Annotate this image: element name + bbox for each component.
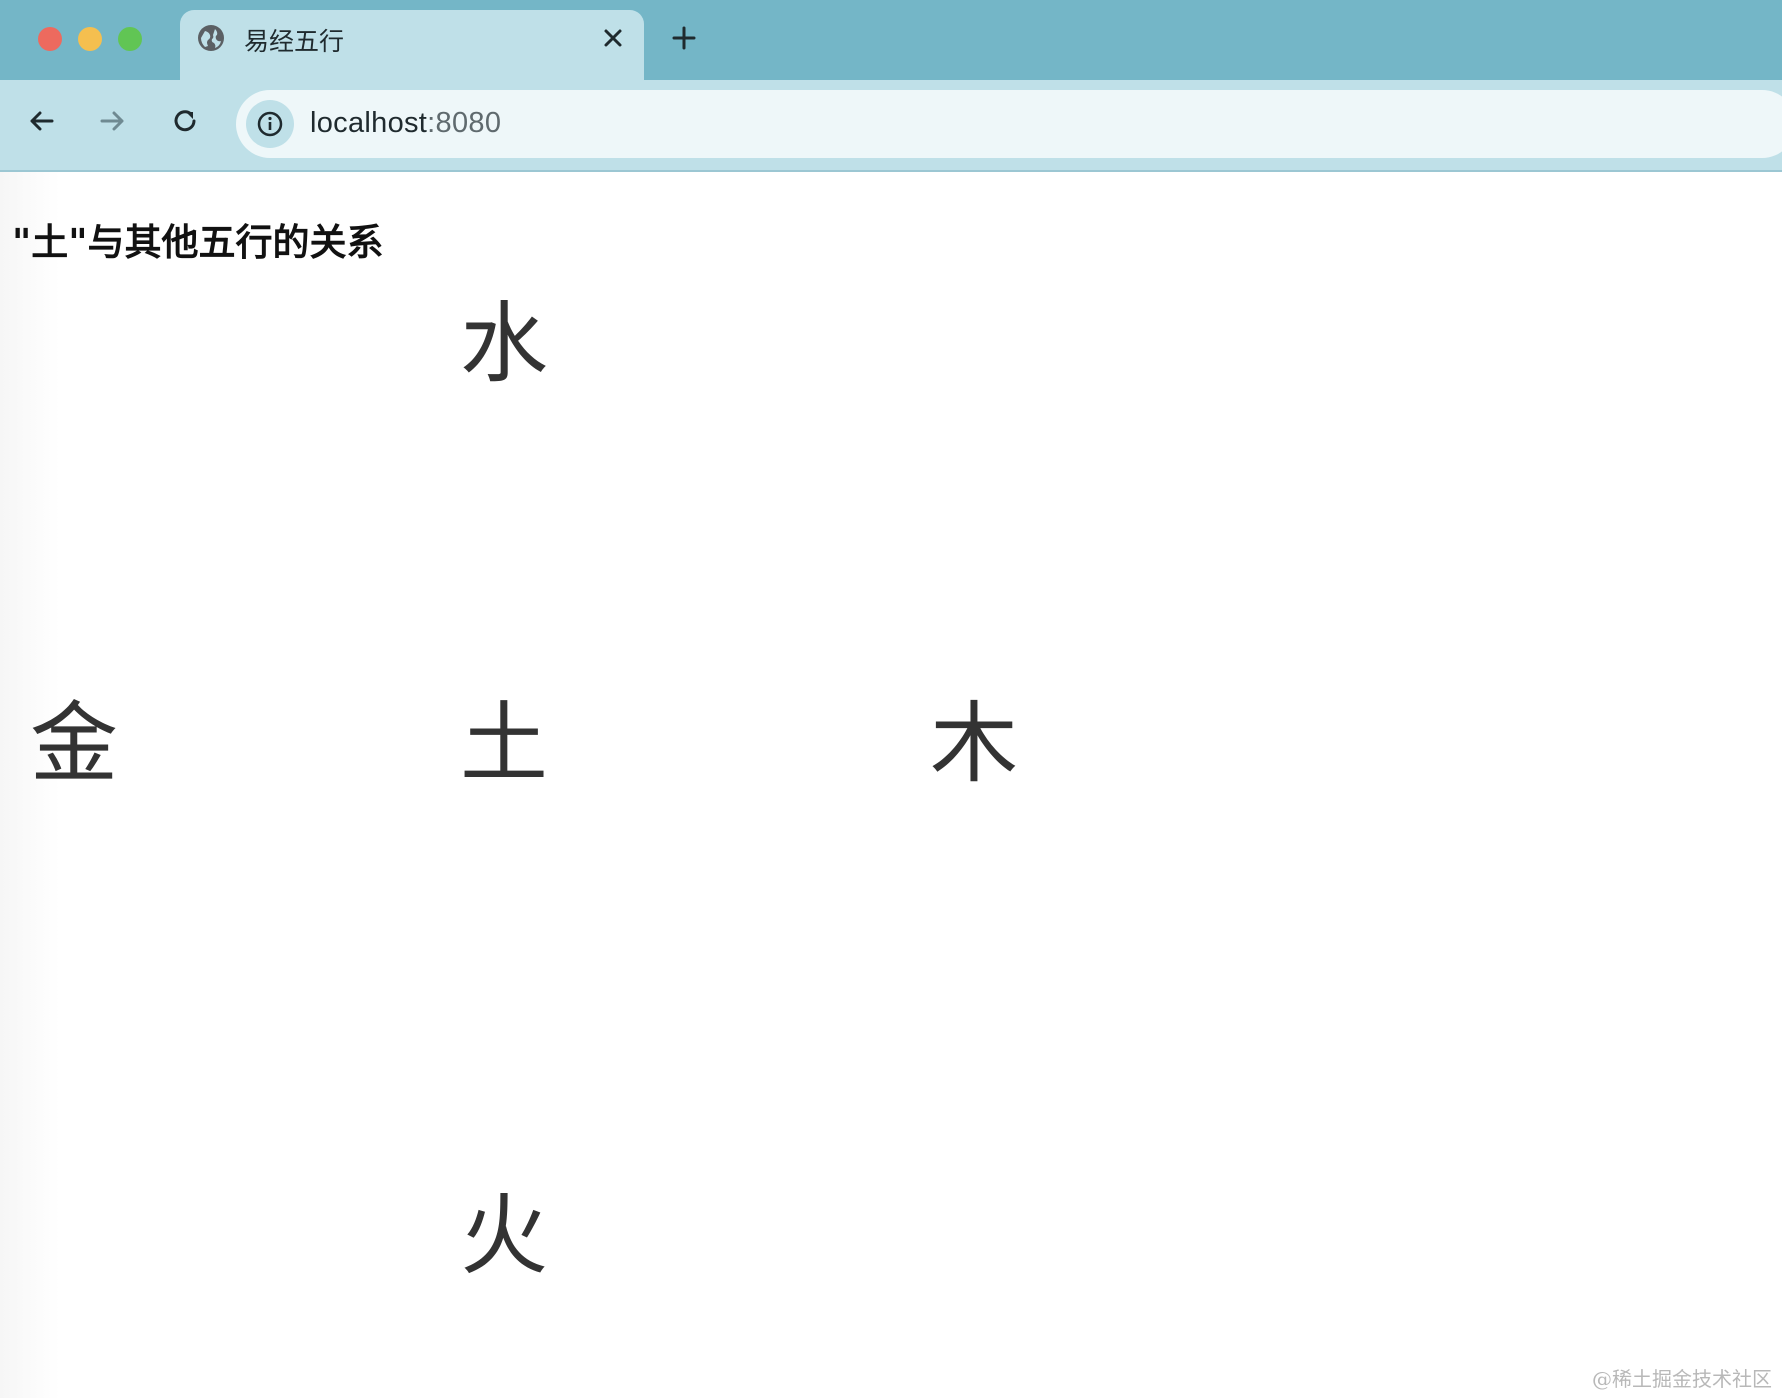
page-title: "土"与其他五行的关系 — [12, 221, 384, 264]
tab-title: 易经五行 — [244, 27, 345, 56]
element-wood: 木 — [930, 692, 1019, 795]
watermark: @稀土掘金技术社区 — [1592, 1367, 1772, 1391]
browser-titlebar: 易经五行 — [0, 0, 1782, 80]
element-fire: 火 — [460, 1184, 549, 1287]
browser-tab[interactable]: 易经五行 — [180, 10, 644, 80]
close-icon[interactable] — [598, 23, 628, 53]
back-arrow-icon[interactable] — [24, 104, 58, 138]
site-info-button[interactable] — [246, 100, 294, 148]
url-text: localhost:8080 — [310, 107, 501, 140]
element-water: 水 — [460, 292, 549, 395]
new-tab-button[interactable] — [668, 22, 700, 54]
forward-arrow-icon[interactable] — [96, 104, 130, 138]
window-minimize-button[interactable] — [78, 27, 102, 51]
window-close-button[interactable] — [38, 27, 62, 51]
element-metal: 金 — [30, 692, 119, 795]
url-host: localhost — [310, 107, 428, 139]
address-bar[interactable]: localhost:8080 — [236, 90, 1782, 158]
info-icon — [257, 111, 283, 137]
browser-toolbar: localhost:8080 — [0, 80, 1782, 172]
reload-icon[interactable] — [168, 104, 202, 138]
element-earth: 土 — [460, 692, 549, 795]
page-content: "土"与其他五行的关系 水 金 土 木 火 @稀土掘金技术社区 — [0, 172, 1782, 1398]
url-port: :8080 — [427, 107, 502, 139]
globe-icon — [198, 25, 224, 51]
window-maximize-button[interactable] — [118, 27, 142, 51]
